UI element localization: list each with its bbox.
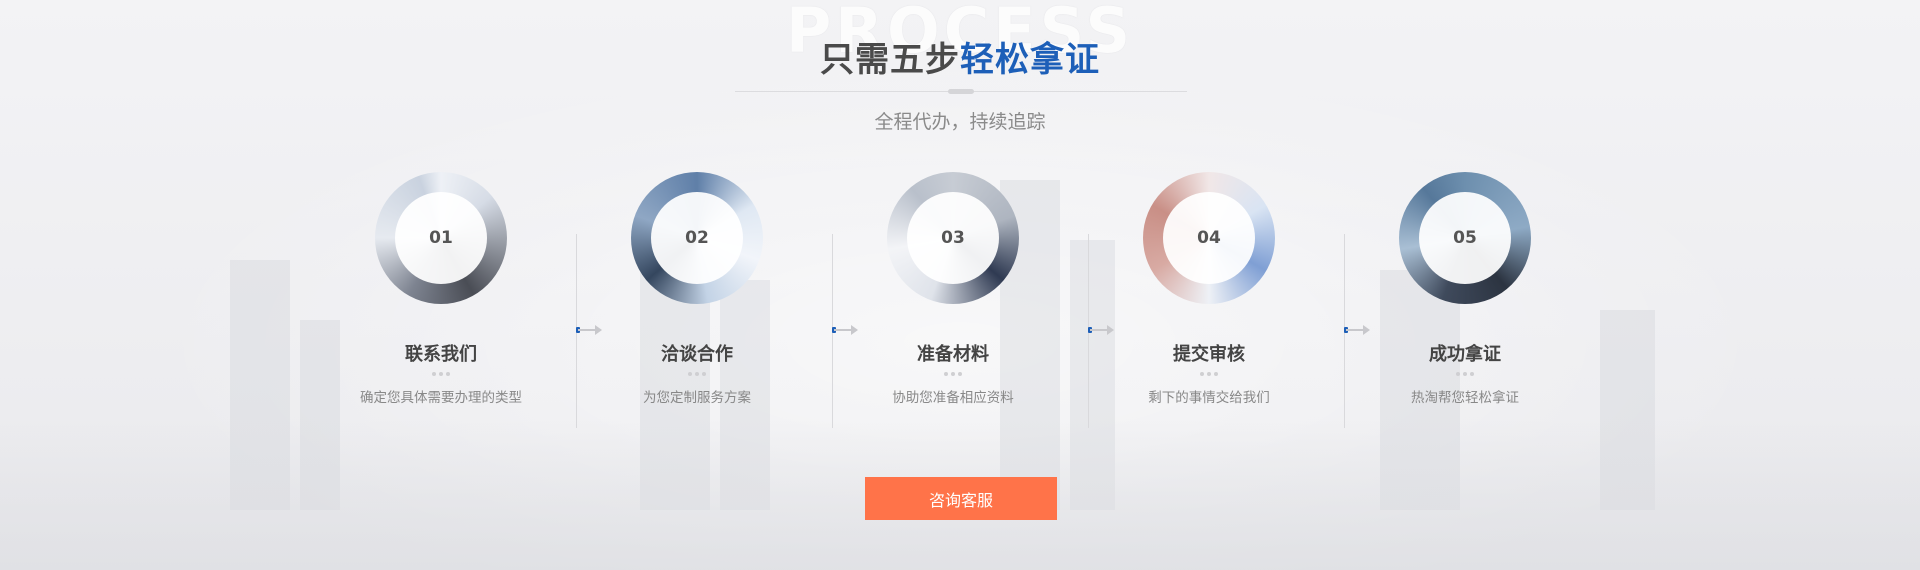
section-title-highlight: 轻松拿证	[960, 40, 1100, 80]
step-description: 确定您具体需要办理的类型	[360, 390, 522, 406]
step-number: 03	[907, 192, 999, 284]
step-description: 为您定制服务方案	[643, 390, 751, 406]
step-description: 剩下的事情交给我们	[1148, 390, 1270, 406]
step-description: 协助您准备相应资料	[892, 390, 1014, 406]
process-step-3: 03 准备材料 协助您准备相应资料	[825, 172, 1081, 406]
process-steps: 01 联系我们 确定您具体需要办理的类型 02 洽谈合作 为您定制服务方案 03…	[0, 172, 1920, 432]
step-image-ring: 03	[887, 172, 1019, 304]
process-step-1: 01 联系我们 确定您具体需要办理的类型	[313, 172, 569, 406]
step-name: 准备材料	[917, 344, 989, 365]
step-image-ring: 04	[1143, 172, 1275, 304]
process-step-4: 04 提交审核 剩下的事情交给我们	[1081, 172, 1337, 406]
step-name: 提交审核	[1173, 344, 1245, 365]
step-dots	[825, 372, 1081, 380]
section-subtitle: 全程代办，持续追踪	[874, 111, 1046, 133]
step-number: 02	[651, 192, 743, 284]
consult-service-button[interactable]: 咨询客服	[865, 477, 1057, 520]
step-image-ring: 02	[631, 172, 763, 304]
step-image-ring: 05	[1399, 172, 1531, 304]
section-title-dark: 只需五步	[820, 40, 960, 80]
step-dots	[1337, 372, 1593, 380]
title-divider-tick	[948, 89, 974, 94]
section-title: 只需五步轻松拿证	[0, 32, 1920, 81]
step-name: 成功拿证	[1429, 344, 1501, 365]
process-step-5: 05 成功拿证 热淘帮您轻松拿证	[1337, 172, 1593, 406]
step-number: 01	[395, 192, 487, 284]
step-description: 热淘帮您轻松拿证	[1411, 390, 1519, 406]
step-number: 04	[1163, 192, 1255, 284]
step-name: 联系我们	[405, 344, 477, 365]
step-dots	[1081, 372, 1337, 380]
step-dots	[313, 372, 569, 380]
step-name: 洽谈合作	[661, 344, 733, 365]
process-step-2: 02 洽谈合作 为您定制服务方案	[569, 172, 825, 406]
step-image-ring: 01	[375, 172, 507, 304]
step-number: 05	[1419, 192, 1511, 284]
step-dots	[569, 372, 825, 380]
